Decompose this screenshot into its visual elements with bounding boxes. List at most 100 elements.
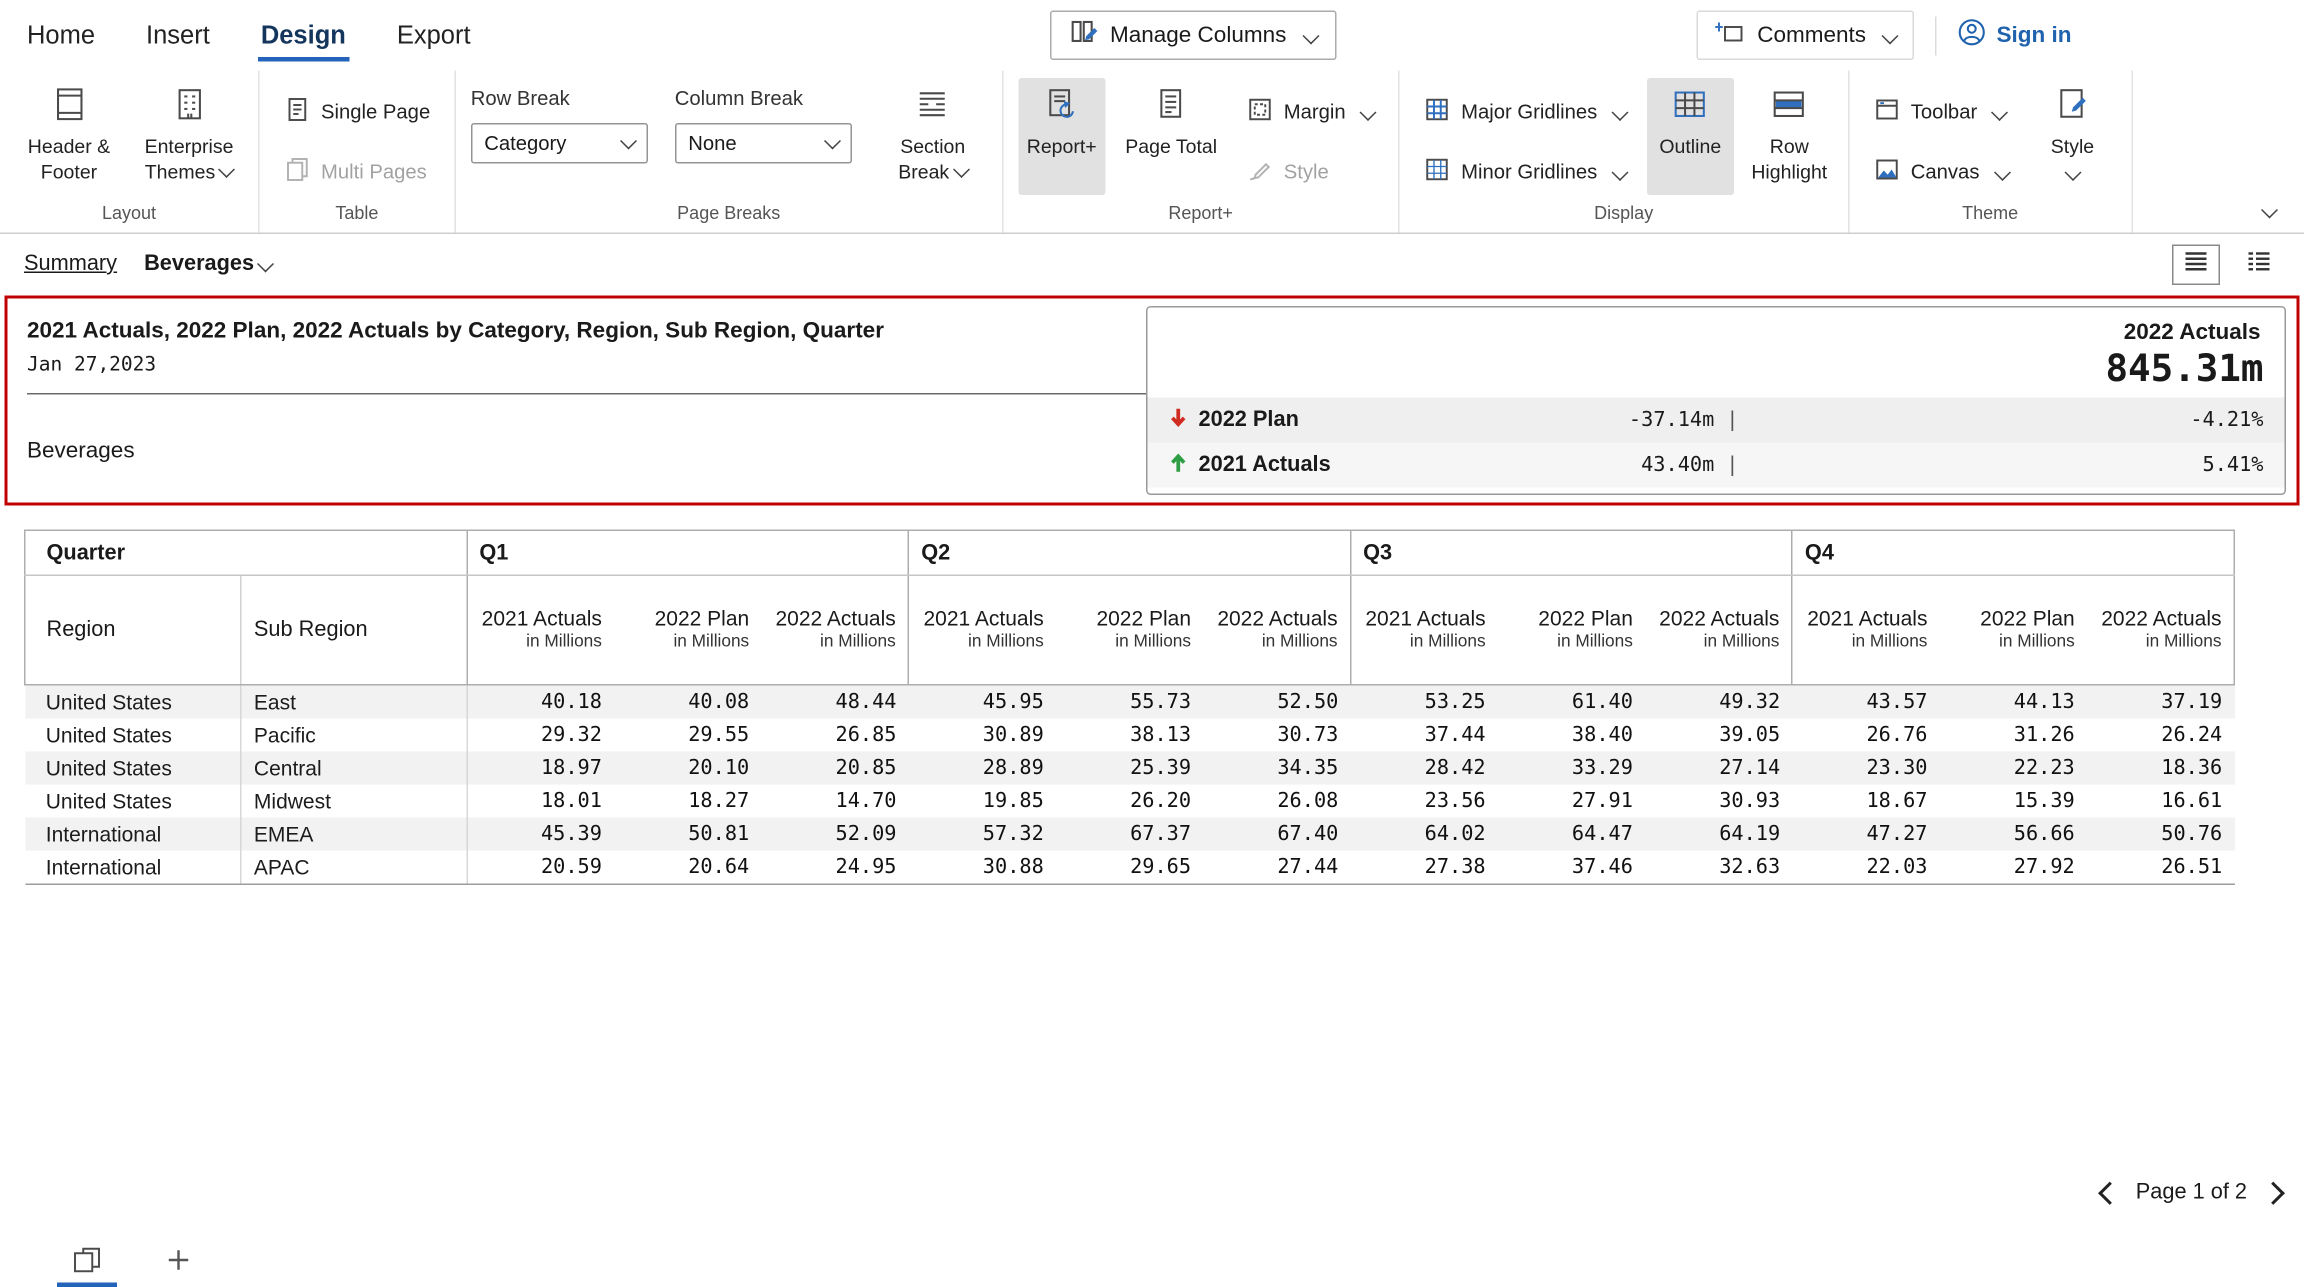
page-total-button[interactable]: Page Total [1117,78,1225,195]
theme-style-button[interactable]: Style [2029,78,2116,195]
region-cell: United States [25,785,241,818]
kpi-comparison-row: 2021 Actuals 43.40m| 5.41% [1148,443,2285,488]
single-page-button[interactable]: Single Page [275,92,440,133]
collapse-ribbon-button[interactable] [2250,197,2289,224]
measure-column-header[interactable]: 2022 Actualsin Millions [2087,575,2235,685]
value-cell: 38.13 [1056,719,1203,752]
major-gridlines-label: Major Gridlines [1461,101,1597,124]
value-cell: 18.27 [614,785,761,818]
data-table: Quarter Q1 Q2 Q3 Q4 Region Sub Region 20… [24,530,2235,886]
report-section-label: Beverages [27,438,1164,464]
plus-icon [167,1247,191,1279]
chevron-right-icon [2261,1181,2284,1204]
chevron-left-icon [2099,1181,2122,1204]
tab-design[interactable]: Design [258,2,349,68]
value-cell: 37.19 [2087,685,2235,719]
report-plus-button[interactable]: Report+ [1018,78,1105,195]
section-break-icon [914,86,952,130]
measure-column-header[interactable]: 2022 Planin Millions [614,575,761,685]
current-section[interactable]: Beverages [144,252,272,276]
quarter-header[interactable]: Q1 [467,530,909,575]
minor-gridlines-icon [1424,156,1451,188]
value-cell: 32.63 [1645,851,1792,885]
quarter-header[interactable]: Q4 [1792,530,2234,575]
sheet-tab[interactable] [54,1239,120,1287]
table-row: InternationalAPAC20.5920.6424.9530.8829.… [25,851,2235,885]
report-header[interactable]: 2021 Actuals, 2022 Plan, 2022 Actuals by… [5,296,2300,506]
measure-column-header[interactable]: 2021 Actualsin Millions [908,575,1055,685]
measure-column-header[interactable]: 2022 Planin Millions [1056,575,1203,685]
nav-row: Summary Beverages [0,234,2304,294]
tab-export[interactable]: Export [394,2,474,68]
value-cell: 67.37 [1056,818,1203,851]
toolbar-button[interactable]: Toolbar [1864,92,2017,133]
kpi-value: 845.31m [1148,345,2285,398]
value-cell: 48.44 [761,685,908,719]
minor-gridlines-label: Minor Gridlines [1461,161,1597,184]
value-cell: 28.42 [1350,752,1497,785]
header-footer-button[interactable]: Header & Footer [15,78,123,195]
next-page-button[interactable] [2259,1179,2286,1206]
chevron-down-icon [1611,103,1628,120]
person-icon [1958,18,1987,53]
measure-column-header[interactable]: 2022 Planin Millions [1939,575,2086,685]
measure-column-header[interactable]: 2021 Actualsin Millions [1792,575,1939,685]
row-highlight-button[interactable]: Row Highlight [1746,78,1833,195]
ribbon-group-label: Report+ [1003,201,1398,233]
value-cell: 20.85 [761,752,908,785]
arrow-down-icon [1169,406,1189,435]
report-plus-label: Report+ [1027,135,1097,159]
value-cell: 26.51 [2087,851,2235,885]
value-cell: 20.59 [467,851,614,885]
sign-in-button[interactable]: Sign in [1958,18,2072,53]
region-column-header[interactable]: Region [25,575,241,685]
row-break-select[interactable]: Category [471,123,648,164]
value-cell: 20.64 [614,851,761,885]
view-toggle-detail[interactable] [2235,244,2283,285]
measure-column-header[interactable]: 2022 Actualsin Millions [761,575,908,685]
chevron-down-icon [1611,163,1628,180]
minor-gridlines-button[interactable]: Minor Gridlines [1415,152,1635,193]
manage-columns-button[interactable]: Manage Columns [1050,11,1336,61]
enterprise-themes-button[interactable]: Enterprise Themes [135,78,243,195]
measure-column-header[interactable]: 2022 Planin Millions [1498,575,1645,685]
ribbon-group-label: Table [260,201,455,233]
value-cell: 16.61 [2087,785,2235,818]
measure-column-header[interactable]: 2022 Actualsin Millions [1645,575,1792,685]
subregion-cell: APAC [241,851,466,885]
chevron-down-icon [2064,163,2081,180]
value-cell: 15.39 [1939,785,2086,818]
comments-button[interactable]: Comments [1697,11,1914,61]
outline-button[interactable]: Outline [1647,78,1734,195]
prev-page-button[interactable] [2097,1179,2124,1206]
quarter-header[interactable]: Q2 [908,530,1350,575]
column-break-select[interactable]: None [675,123,852,164]
subregion-cell: Central [241,752,466,785]
value-cell: 49.32 [1645,685,1792,719]
breadcrumb-summary[interactable]: Summary [24,252,117,276]
canvas-button[interactable]: Canvas [1864,152,2017,193]
manage-columns-label: Manage Columns [1110,23,1286,49]
subregion-cell: EMEA [241,818,466,851]
margin-button[interactable]: Margin [1237,92,1383,133]
region-cell: United States [25,752,241,785]
value-cell: 50.81 [614,818,761,851]
quarter-label[interactable]: Quarter [25,530,467,575]
sub-region-column-header[interactable]: Sub Region [241,575,466,685]
ribbon-group-label: Layout [0,201,258,233]
measure-column-header[interactable]: 2021 Actualsin Millions [467,575,614,685]
add-sheet-button[interactable] [156,1241,201,1286]
measure-column-header[interactable]: 2022 Actualsin Millions [1203,575,1350,685]
view-toggle-list[interactable] [2172,244,2220,285]
measure-column-header[interactable]: 2021 Actualsin Millions [1350,575,1497,685]
tab-home[interactable]: Home [24,2,98,68]
section-break-button[interactable]: Section Break [879,78,987,195]
major-gridlines-button[interactable]: Major Gridlines [1415,92,1635,133]
value-cell: 45.95 [908,685,1055,719]
subregion-cell: East [241,685,466,719]
quarter-header[interactable]: Q3 [1350,530,1792,575]
value-cell: 40.18 [467,685,614,719]
multi-pages-icon [284,156,311,188]
tab-insert[interactable]: Insert [143,2,213,68]
kpi-delta: -37.14m [1629,408,1714,432]
